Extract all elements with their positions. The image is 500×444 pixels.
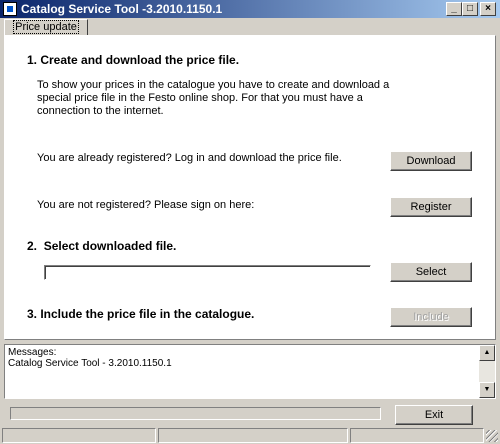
status-bar: [0, 426, 500, 444]
title-bar[interactable]: Catalog Service Tool -3.2010.1150.1 _ □ …: [0, 0, 500, 18]
section1-heading: 1. Create and download the price file.: [27, 53, 240, 67]
status-panel: [158, 428, 348, 443]
status-panel: [350, 428, 484, 443]
include-button[interactable]: Include: [390, 307, 472, 327]
messages-line: Catalog Service Tool - 3.2010.1150.1: [8, 358, 172, 369]
file-path-input[interactable]: [44, 265, 371, 280]
scroll-up-icon[interactable]: ▲: [479, 345, 495, 361]
progress-bar: [10, 407, 381, 420]
price-update-panel: 1. Create and download the price file. T…: [4, 35, 496, 340]
registered-text: You are already registered? Log in and d…: [37, 152, 342, 164]
description-line: To show your prices in the catalogue you…: [37, 79, 390, 91]
tab-label: Price update: [13, 20, 79, 34]
messages-box[interactable]: Messages: Catalog Service Tool - 3.2010.…: [4, 344, 496, 399]
section2-title: Select downloaded file.: [43, 239, 177, 253]
tab-price-update[interactable]: Price update: [4, 19, 88, 36]
messages-line: Messages:: [8, 347, 57, 358]
messages-text: Messages: Catalog Service Tool - 3.2010.…: [8, 347, 172, 369]
minimize-button[interactable]: _: [446, 2, 462, 16]
download-button[interactable]: Download: [390, 151, 472, 171]
status-panel: [2, 428, 156, 443]
description-line: special price file in the Festo online s…: [37, 92, 363, 104]
close-button[interactable]: ×: [480, 2, 496, 16]
messages-scrollbar[interactable]: ▲ ▼: [479, 345, 495, 398]
section3-heading: 3. Include the price file in the catalog…: [27, 307, 255, 321]
register-button[interactable]: Register: [390, 197, 472, 217]
section2-number: 2.: [27, 239, 38, 253]
resize-grip-icon[interactable]: [486, 430, 498, 442]
not-registered-text: You are not registered? Please sign on h…: [37, 199, 255, 211]
app-icon: [3, 2, 17, 16]
exit-button[interactable]: Exit: [395, 405, 473, 425]
select-button[interactable]: Select: [390, 262, 472, 282]
section2-heading: 2. Select downloaded file.: [27, 239, 176, 253]
window-title: Catalog Service Tool -3.2010.1150.1: [21, 2, 223, 16]
section1-description: To show your prices in the catalogue you…: [37, 79, 389, 118]
description-line: connection to the internet.: [37, 105, 164, 117]
maximize-button[interactable]: □: [462, 2, 478, 16]
scroll-down-icon[interactable]: ▼: [479, 382, 495, 398]
